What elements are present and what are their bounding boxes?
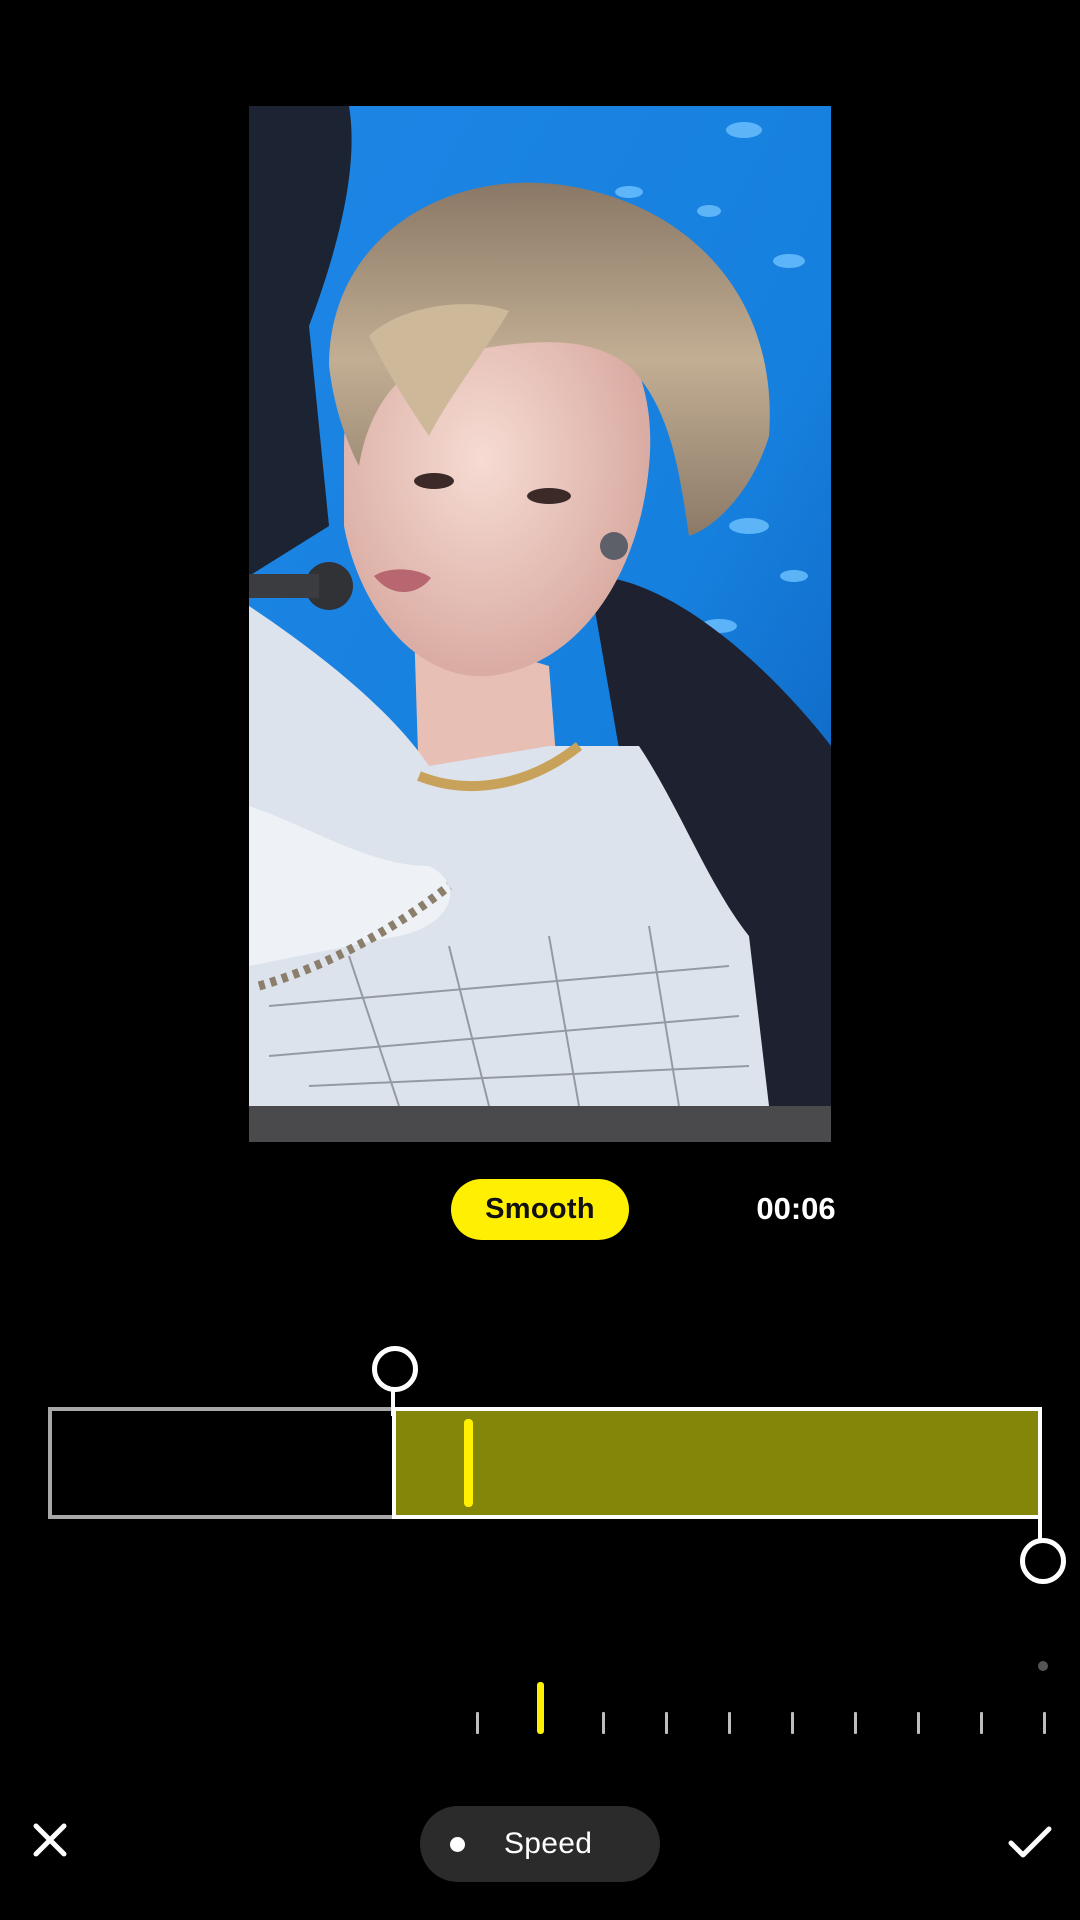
speed-scale-tick	[664, 1712, 668, 1734]
speed-mode-button[interactable]: Speed	[420, 1806, 660, 1882]
speed-scale[interactable]	[460, 1660, 1060, 1740]
check-icon	[1008, 1826, 1052, 1858]
current-time: 00:06	[756, 1191, 836, 1226]
speed-scale-tick	[790, 1712, 794, 1734]
range-end-handle-stem	[1038, 1510, 1042, 1540]
timeline-selected-range[interactable]	[392, 1407, 1042, 1519]
video-preview	[249, 106, 831, 1142]
smooth-mode-button[interactable]: Smooth	[451, 1179, 629, 1240]
speed-scale-tick	[1042, 1712, 1046, 1734]
speed-scale-tick	[601, 1712, 605, 1734]
speed-scale-tick	[475, 1712, 479, 1734]
close-button[interactable]	[26, 1816, 74, 1864]
smooth-mode-label: Smooth	[485, 1193, 595, 1225]
speed-scale-tick	[916, 1712, 920, 1734]
range-end-handle[interactable]	[1020, 1538, 1066, 1584]
speed-scale-tick	[727, 1712, 731, 1734]
speed-dot-icon	[450, 1836, 465, 1852]
speed-scale-tick	[853, 1712, 857, 1734]
speed-scale-tick	[979, 1712, 983, 1734]
video-frame-image	[249, 106, 831, 1142]
speed-scale-active-tick	[536, 1682, 544, 1734]
speed-mode-label: Speed	[504, 1827, 593, 1860]
confirm-button[interactable]	[1004, 1816, 1056, 1868]
close-icon	[33, 1823, 67, 1857]
range-start-handle[interactable]	[372, 1346, 418, 1392]
timeline-playhead[interactable]	[464, 1419, 473, 1507]
